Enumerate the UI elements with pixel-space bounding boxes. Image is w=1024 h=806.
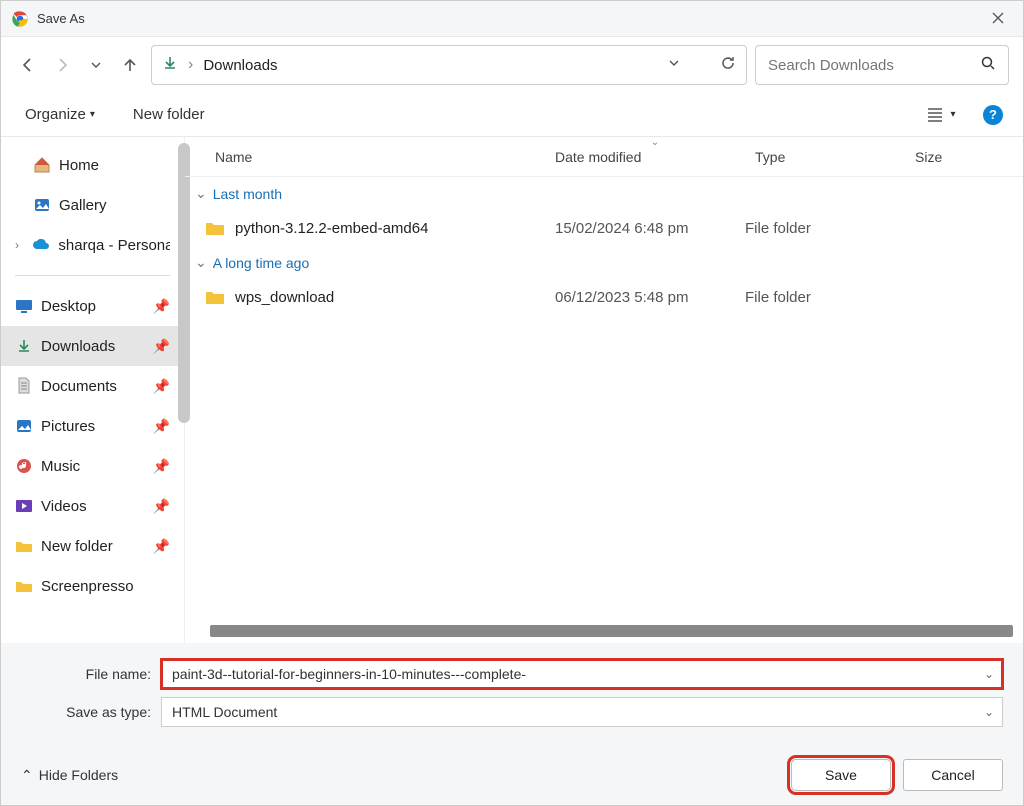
folder-icon (205, 220, 225, 236)
pictures-icon (15, 417, 33, 435)
pin-icon[interactable]: 📌 (153, 498, 170, 515)
column-type[interactable]: Type (755, 149, 915, 165)
pin-icon[interactable]: 📌 (153, 378, 170, 395)
filename-label: File name: (21, 666, 161, 682)
sidebar-item-downloads[interactable]: Downloads 📌 (1, 326, 184, 366)
chevron-down-icon[interactable]: ⌄ (984, 705, 994, 719)
chevron-down-icon: ⌄ (195, 185, 207, 202)
pin-icon[interactable]: 📌 (153, 338, 170, 355)
sidebar-item-screenpresso[interactable]: Screenpresso (1, 566, 184, 606)
refresh-icon[interactable] (720, 55, 736, 76)
column-name[interactable]: Name (215, 149, 555, 165)
chrome-icon (11, 10, 29, 28)
sidebar-item-desktop[interactable]: Desktop 📌 (1, 286, 184, 326)
recent-dropdown-icon[interactable] (83, 52, 109, 78)
desktop-icon (15, 297, 33, 315)
videos-icon (15, 497, 33, 515)
back-icon[interactable] (15, 52, 41, 78)
breadcrumb-dropdown-icon[interactable] (668, 56, 680, 74)
help-button[interactable]: ? (983, 105, 1003, 125)
savetype-select[interactable]: HTML Document ⌄ (161, 697, 1003, 727)
search-icon[interactable] (980, 55, 996, 76)
sidebar-item-pictures[interactable]: Pictures 📌 (1, 406, 184, 446)
file-type: File folder (745, 220, 905, 237)
sidebar-item-gallery[interactable]: Gallery (1, 185, 184, 225)
filename-input[interactable]: paint-3d--tutorial-for-beginners-in-10-m… (161, 659, 1003, 689)
up-icon[interactable] (117, 52, 143, 78)
organize-button[interactable]: Organize▾ (21, 100, 99, 129)
file-type: File folder (745, 289, 905, 306)
gallery-icon (33, 196, 51, 214)
sort-indicator-icon: ⌄ (651, 137, 659, 148)
folder-icon (15, 577, 33, 595)
file-date: 06/12/2023 5:48 pm (545, 289, 745, 306)
chevron-down-icon: ⌄ (195, 254, 207, 271)
breadcrumb[interactable]: › Downloads (151, 45, 747, 85)
column-headers[interactable]: Name ⌄ Date modified Type Size (185, 137, 1023, 177)
column-size[interactable]: Size (915, 149, 942, 165)
chevron-right-icon: › (188, 56, 193, 74)
pin-icon[interactable]: 📌 (153, 298, 170, 315)
cancel-button[interactable]: Cancel (903, 759, 1003, 791)
forward-icon[interactable] (49, 52, 75, 78)
folder-icon (205, 289, 225, 305)
sidebar-item-videos[interactable]: Videos 📌 (1, 486, 184, 526)
file-row[interactable]: wps_download 06/12/2023 5:48 pm File fol… (185, 279, 1023, 315)
horizontal-scrollbar[interactable] (210, 625, 1013, 637)
chevron-down-icon[interactable]: ⌄ (984, 667, 994, 681)
sidebar-item-onedrive[interactable]: › sharqa - Personal (1, 225, 184, 265)
file-date: 15/02/2024 6:48 pm (545, 220, 745, 237)
save-button[interactable]: Save (791, 759, 891, 791)
sidebar-item-home[interactable]: Home (1, 145, 184, 185)
column-date[interactable]: ⌄ Date modified (555, 149, 755, 165)
chevron-up-icon: ⌃ (21, 767, 33, 784)
group-last-month[interactable]: ⌄ Last month (185, 177, 1023, 210)
savetype-label: Save as type: (21, 704, 161, 720)
pin-icon[interactable]: 📌 (153, 418, 170, 435)
search-input[interactable] (768, 57, 980, 74)
downloads-location-icon (162, 55, 178, 76)
view-options-button[interactable]: ▾ (925, 98, 959, 132)
sidebar-item-documents[interactable]: Documents 📌 (1, 366, 184, 406)
window-title: Save As (37, 11, 983, 26)
breadcrumb-location: Downloads (203, 57, 658, 74)
close-icon[interactable] (983, 11, 1013, 27)
file-name: python-3.12.2-embed-amd64 (235, 220, 428, 237)
folder-icon (15, 537, 33, 555)
pin-icon[interactable]: 📌 (153, 458, 170, 475)
downloads-icon (15, 337, 33, 355)
documents-icon (15, 377, 33, 395)
group-long-ago[interactable]: ⌄ A long time ago (185, 246, 1023, 279)
sidebar-item-new-folder[interactable]: New folder 📌 (1, 526, 184, 566)
pin-icon[interactable]: 📌 (153, 538, 170, 555)
file-name: wps_download (235, 289, 334, 306)
cloud-icon (32, 236, 50, 254)
home-icon (33, 156, 51, 174)
sidebar-item-music[interactable]: Music 📌 (1, 446, 184, 486)
hide-folders-button[interactable]: ⌃ Hide Folders (21, 767, 118, 784)
music-icon (15, 457, 33, 475)
new-folder-button[interactable]: New folder (129, 100, 209, 129)
file-row[interactable]: python-3.12.2-embed-amd64 15/02/2024 6:4… (185, 210, 1023, 246)
search-box[interactable] (755, 45, 1009, 85)
